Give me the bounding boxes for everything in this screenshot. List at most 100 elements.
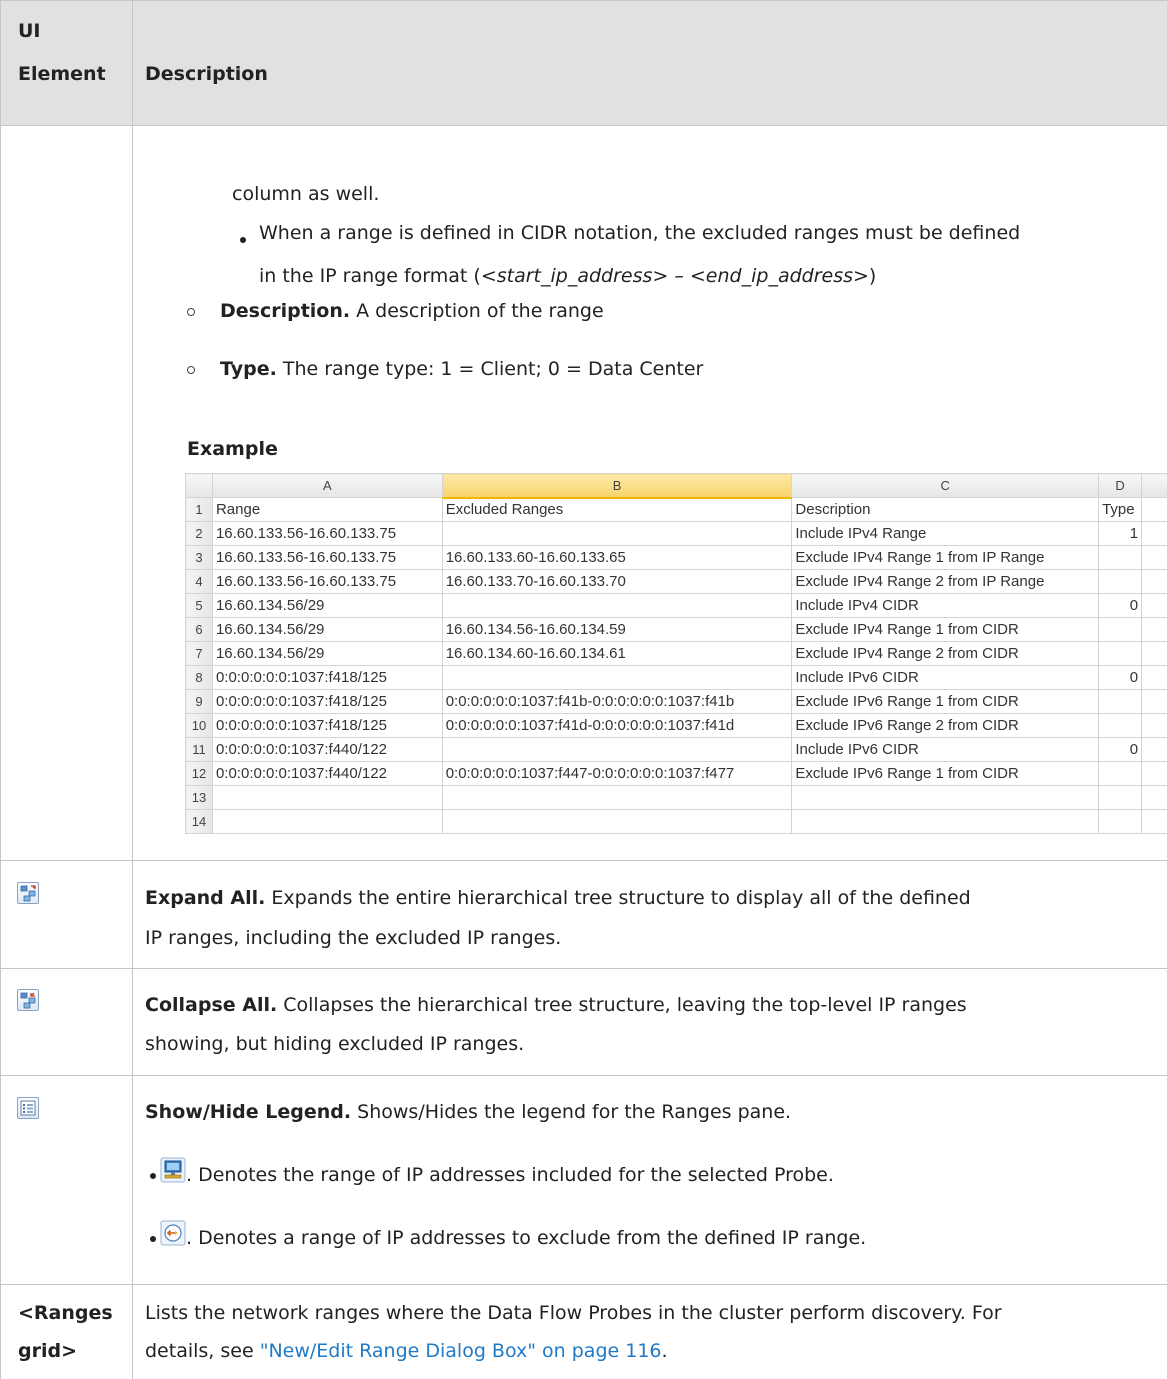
- sheet-cell: [1098, 785, 1143, 810]
- sheet-cell: [1098, 713, 1143, 738]
- sheet-cell: [441, 785, 793, 810]
- sheet-cell: 16.60.133.60-16.60.133.65: [441, 545, 793, 570]
- sheet-cell: [1141, 689, 1167, 714]
- probe-range-icon: [160, 1157, 186, 1183]
- row-number: 3: [185, 545, 213, 570]
- ranges-grid-label-line1: <Ranges: [18, 1302, 113, 1324]
- sheet-cell: Exclude IPv4 Range 1 from CIDR: [791, 617, 1100, 642]
- row-number: 13: [185, 785, 213, 810]
- row-number: 9: [185, 689, 213, 714]
- legend-desc: Show/Hide Legend. Shows/Hides the legend…: [145, 1101, 792, 1123]
- continuation-text: column as well.: [232, 183, 380, 205]
- sheet-cell: Description: [791, 497, 1100, 522]
- excluded-range-icon: [160, 1220, 186, 1246]
- sheet-cell: 0: [1098, 593, 1143, 618]
- row-number: 5: [185, 593, 213, 618]
- sheet-cell: Range: [211, 497, 443, 522]
- row-number: 10: [185, 713, 213, 738]
- expand-all-icon[interactable]: [17, 882, 39, 904]
- sheet-cell: 16.60.133.70-16.60.133.70: [441, 569, 793, 594]
- legend-icon[interactable]: [17, 1097, 39, 1119]
- sheet-cell: [1141, 617, 1167, 642]
- sheet-row: 7 16.60.134.56/29 16.60.134.60-16.60.134.6…: [185, 641, 1167, 666]
- sheet-row: 3 16.60.133.56-16.60.133.75 16.60.133.60-1…: [185, 545, 1167, 570]
- sheet-cell: [1098, 569, 1143, 594]
- sheet-cell: Exclude IPv4 Range 1 from IP Range: [791, 545, 1100, 570]
- sheet-cell: Include IPv6 CIDR: [791, 665, 1100, 690]
- sheet-cell: 0:0:0:0:0:0:1037:f440/122: [211, 737, 443, 762]
- sheet-cell: [1141, 569, 1167, 594]
- sheet-cell: Exclude IPv6 Range 1 from CIDR: [791, 761, 1100, 786]
- sheet-cell: [1141, 545, 1167, 570]
- sheet-cell: 16.60.133.56-16.60.133.75: [211, 545, 443, 570]
- sheet-row: 6 16.60.134.56/29 16.60.134.56-16.60.134.5…: [185, 617, 1167, 642]
- sheet-cell: [1141, 809, 1167, 834]
- sheet-row: 4 16.60.133.56-16.60.133.75 16.60.133.70-1…: [185, 569, 1167, 594]
- ranges-grid-label-line2: grid>: [18, 1340, 78, 1362]
- row-number: 14: [185, 809, 213, 834]
- row-number: 12: [185, 761, 213, 786]
- reference-table: UI Element Description column as well. W…: [0, 0, 1167, 1379]
- sheet-row: 13: [185, 785, 1167, 810]
- header-ui-label: UI: [18, 20, 41, 42]
- sheet-cell: Exclude IPv4 Range 2 from IP Range: [791, 569, 1100, 594]
- sheet-cell: 16.60.134.56/29: [211, 641, 443, 666]
- sheet-cell: [1098, 641, 1143, 666]
- column-header-b: B: [441, 473, 793, 499]
- legend-item-excluded: . Denotes a range of IP addresses to exc…: [160, 1220, 866, 1252]
- expand-all-desc-line1: Expand All. Expands the entire hierarchi…: [145, 887, 971, 909]
- sheet-cell: 0:0:0:0:0:0:1037:f41b-0:0:0:0:0:0:1037:f…: [441, 689, 793, 714]
- row-number: 1: [185, 497, 213, 522]
- cidr-note-line1: When a range is defined in CIDR notation…: [259, 222, 1021, 244]
- new-edit-range-link[interactable]: "New/Edit Range Dialog Box" on page 116: [260, 1340, 662, 1362]
- sheet-cell: 16.60.134.56/29: [211, 617, 443, 642]
- sheet-cell: 0:0:0:0:0:0:1037:f41d-0:0:0:0:0:0:1037:f…: [441, 713, 793, 738]
- sheet-cell: [791, 809, 1100, 834]
- bullet-circle: [187, 308, 195, 316]
- sheet-row: 12 0:0:0:0:0:0:1037:f440/122 0:0:0:0:0:0:1…: [185, 761, 1167, 786]
- spreadsheet-table: A B C D 1 Range Excluded Ranges Description…: [185, 473, 1167, 834]
- description-item: Description. A description of the range: [220, 300, 604, 322]
- sheet-cell: [211, 785, 443, 810]
- sheet-row: 5 16.60.134.56/29 Include IPv4 CIDR 0: [185, 593, 1167, 618]
- sheet-cell: [211, 809, 443, 834]
- sheet-cell: [1141, 761, 1167, 786]
- sheet-cell: 0:0:0:0:0:0:1037:f418/125: [211, 665, 443, 690]
- sheet-row: 2 16.60.133.56-16.60.133.75 Include IPv4 R…: [185, 521, 1167, 546]
- header-description-label: Description: [145, 63, 268, 85]
- header-element-label: Element: [18, 63, 106, 85]
- legend-item-probe: . Denotes the range of IP addresses incl…: [160, 1157, 834, 1189]
- sheet-cell: [791, 785, 1100, 810]
- sheet-row: 10 0:0:0:0:0:0:1037:f418/125 0:0:0:0:0:0:1…: [185, 713, 1167, 738]
- sheet-cell: [1141, 785, 1167, 810]
- row-number: 4: [185, 569, 213, 594]
- sheet-cell: 0:0:0:0:0:0:1037:f418/125: [211, 689, 443, 714]
- type-item: Type. The range type: 1 = Client; 0 = Da…: [220, 358, 704, 380]
- sheet-cell: Include IPv6 CIDR: [791, 737, 1100, 762]
- sheet-cell: 0: [1098, 737, 1143, 762]
- sheet-corner: [185, 473, 213, 498]
- sheet-cell: Include IPv4 Range: [791, 521, 1100, 546]
- collapse-all-icon[interactable]: [17, 989, 39, 1011]
- sheet-row: 9 0:0:0:0:0:0:1037:f418/125 0:0:0:0:0:0:10…: [185, 689, 1167, 714]
- expand-all-desc-line2: IP ranges, including the excluded IP ran…: [145, 927, 562, 949]
- collapse-all-desc-line2: showing, but hiding excluded IP ranges.: [145, 1033, 525, 1055]
- sheet-cell: 0:0:0:0:0:0:1037:f418/125: [211, 713, 443, 738]
- sheet-cell: 0:0:0:0:0:0:1037:f447-0:0:0:0:0:0:1037:f…: [441, 761, 793, 786]
- sheet-cell: Type: [1098, 497, 1143, 522]
- example-heading: Example: [187, 438, 278, 460]
- sheet-cell: 16.60.133.56-16.60.133.75: [211, 569, 443, 594]
- bullet-dot: [150, 1173, 156, 1179]
- sheet-cell: 16.60.134.56/29: [211, 593, 443, 618]
- column-header-a: A: [211, 473, 443, 498]
- sheet-cell: [441, 809, 793, 834]
- sheet-cell: [1098, 617, 1143, 642]
- sheet-cell: [1141, 497, 1167, 522]
- sheet-cell: [1141, 521, 1167, 546]
- sheet-cell: [1141, 737, 1167, 762]
- sheet-cell: [1141, 713, 1167, 738]
- sheet-cell: 1: [1098, 521, 1143, 546]
- sheet-cell: 16.60.134.60-16.60.134.61: [441, 641, 793, 666]
- sheet-cell: Excluded Ranges: [441, 497, 793, 522]
- sheet-row: 11 0:0:0:0:0:0:1037:f440/122 Include IPv6 …: [185, 737, 1167, 762]
